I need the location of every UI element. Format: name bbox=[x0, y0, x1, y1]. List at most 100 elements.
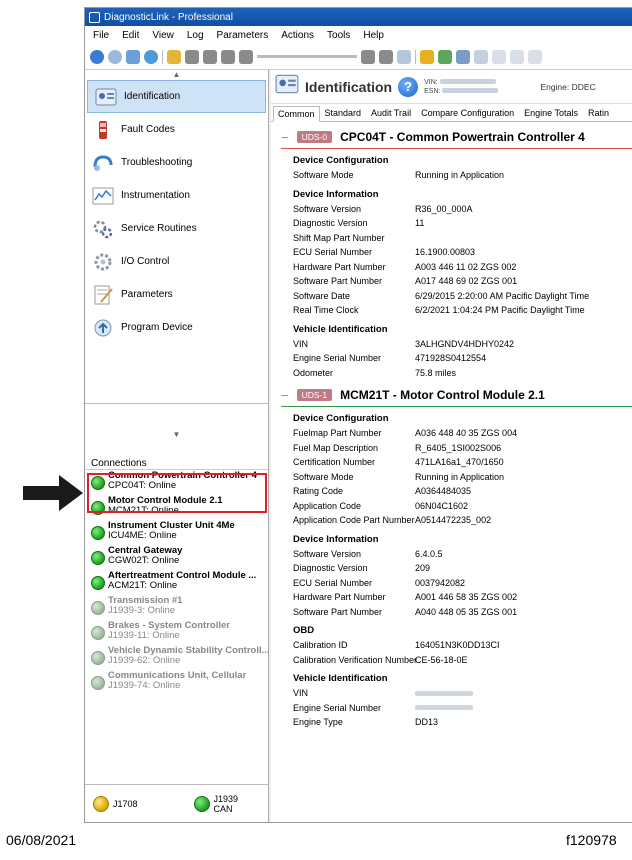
collapse-icon[interactable]: − bbox=[281, 130, 289, 145]
connect-icon[interactable] bbox=[126, 49, 140, 64]
tab-audit-trail[interactable]: Audit Trail bbox=[366, 105, 416, 121]
connection-cgw02t[interactable]: Central Gateway CGW02T: Online bbox=[85, 545, 268, 570]
group-title: Device Configuration bbox=[293, 155, 389, 166]
section-divider bbox=[281, 406, 632, 407]
property-value: A017 448 69 02 ZGS 001 bbox=[415, 276, 518, 287]
tab-standard[interactable]: Standard bbox=[320, 105, 367, 121]
toolbar bbox=[85, 44, 632, 70]
tab-bar: Common Standard Audit Trail Compare Conf… bbox=[271, 104, 632, 122]
nav-item-service-routines[interactable]: Service Routines bbox=[85, 212, 268, 245]
menu-view[interactable]: View bbox=[152, 30, 174, 41]
property-row: Certification Number 471LA16a1_470/1650 bbox=[277, 455, 632, 470]
collapse-icon[interactable]: − bbox=[281, 388, 289, 403]
connection-j1939-62[interactable]: Vehicle Dynamic Stability Controll... J19… bbox=[85, 645, 270, 670]
connection-status: CGW02T: Online bbox=[108, 555, 180, 566]
menu-help[interactable]: Help bbox=[363, 30, 384, 41]
forward-icon[interactable] bbox=[108, 49, 122, 64]
back-icon[interactable] bbox=[90, 49, 104, 64]
tab-rating[interactable]: Ratin bbox=[583, 105, 614, 121]
property-label: ECU Serial Number bbox=[293, 577, 373, 588]
connection-j1939-74[interactable]: Communications Unit, Cellular J1939-74: O… bbox=[85, 670, 268, 695]
nav-panel: ▲ Identification Fault Codes Troubleshoo… bbox=[85, 70, 268, 439]
stop-icon[interactable] bbox=[203, 49, 217, 64]
scroll-down-icon[interactable]: ▼ bbox=[85, 344, 268, 439]
property-row: Hardware Part Number A001 446 58 35 ZGS 0… bbox=[277, 590, 632, 605]
connection-icu4me[interactable]: Instrument Cluster Unit 4Me ICU4ME: Onlin… bbox=[85, 520, 268, 545]
step-back-icon[interactable] bbox=[239, 49, 253, 64]
rewind-icon[interactable] bbox=[221, 49, 235, 64]
nav-item-parameters[interactable]: Parameters bbox=[85, 278, 268, 311]
property-label: Engine Serial Number bbox=[293, 353, 382, 364]
connection-acm21t[interactable]: Aftertreatment Control Module ... ACM21T:… bbox=[85, 570, 268, 595]
property-row: Odometer 75.8 miles bbox=[277, 366, 632, 381]
property-label: Fuelmap Part Number bbox=[293, 428, 382, 439]
redacted-value bbox=[415, 705, 473, 711]
scroll-up-icon[interactable]: ▲ bbox=[85, 70, 268, 80]
record-icon[interactable] bbox=[167, 49, 181, 64]
help-icon[interactable]: ? bbox=[398, 76, 419, 97]
undo-icon[interactable] bbox=[528, 49, 542, 64]
left-panel: ▲ Identification Fault Codes Troubleshoo… bbox=[85, 70, 270, 822]
property-label: Hardware Part Number bbox=[293, 592, 386, 603]
property-row: VIN 3ALHGNDV4HDHY0242 bbox=[277, 337, 632, 352]
connection-j1939-3[interactable]: Transmission #1 J1939-3: Online bbox=[85, 595, 268, 620]
tab-engine-totals[interactable]: Engine Totals bbox=[519, 105, 583, 121]
paste-icon[interactable] bbox=[510, 49, 524, 64]
property-row: Engine Serial Number bbox=[277, 701, 632, 716]
property-row: Software Mode Running in Application bbox=[277, 168, 632, 183]
step-forward-icon[interactable] bbox=[361, 49, 375, 64]
nav-item-io-control[interactable]: I/O Control bbox=[85, 245, 268, 278]
tab-compare-configuration[interactable]: Compare Configuration bbox=[416, 105, 519, 121]
menu-log[interactable]: Log bbox=[187, 30, 204, 41]
menu-file[interactable]: File bbox=[93, 30, 109, 41]
main-panel: Identification ? VIN: ESN: Engine: DDEC … bbox=[271, 70, 632, 822]
nav-item-identification[interactable]: Identification bbox=[87, 80, 266, 113]
fast-forward-icon[interactable] bbox=[379, 49, 393, 64]
uds-badge: UDS-1 bbox=[296, 389, 333, 401]
nav-item-fault-codes[interactable]: Fault Codes bbox=[85, 113, 268, 146]
property-label: Application Code Part Number bbox=[293, 515, 415, 526]
property-label: VIN bbox=[293, 688, 309, 699]
flag-icon[interactable] bbox=[420, 49, 434, 64]
property-label: Hardware Part Number bbox=[293, 261, 386, 272]
refresh-icon[interactable] bbox=[144, 49, 158, 64]
menu-parameters[interactable]: Parameters bbox=[217, 30, 269, 41]
property-row: Engine Serial Number 471928S0412554 bbox=[277, 351, 632, 366]
play-icon[interactable] bbox=[185, 49, 199, 64]
print-icon[interactable] bbox=[456, 49, 470, 64]
property-label: Calibration Verification Number bbox=[293, 654, 418, 665]
toolbar-divider bbox=[162, 49, 163, 64]
tools-icon[interactable] bbox=[474, 49, 488, 64]
property-row: Engine Type DD13 bbox=[277, 715, 632, 730]
section-header[interactable]: − UDS-0 CPC04T - Common Powertrain Control… bbox=[277, 126, 632, 148]
property-label: VIN bbox=[293, 338, 309, 349]
bookmark-icon[interactable] bbox=[397, 49, 411, 64]
io-control-icon bbox=[91, 250, 115, 274]
identification-header: Identification ? VIN: ESN: Engine: DDEC bbox=[271, 70, 632, 104]
property-value: 06N04C1602 bbox=[415, 500, 469, 511]
parameters-icon bbox=[91, 283, 115, 307]
tab-common[interactable]: Common bbox=[273, 106, 320, 122]
group-title: Vehicle Identification bbox=[293, 673, 388, 684]
nav-item-troubleshooting[interactable]: Troubleshooting bbox=[85, 146, 268, 179]
property-value: 6/2/2021 1:04:24 PM Pacific Daylight Tim… bbox=[415, 305, 585, 316]
status-online-icon bbox=[91, 551, 105, 565]
property-value: Running in Application bbox=[415, 170, 505, 181]
nav-item-instrumentation[interactable]: Instrumentation bbox=[85, 179, 268, 212]
property-value: A0514472235_002 bbox=[415, 515, 492, 526]
connection-status: J1939-3: Online bbox=[108, 605, 176, 616]
report-icon[interactable] bbox=[438, 49, 452, 64]
nav-item-program-device[interactable]: Program Device bbox=[85, 311, 268, 344]
property-value: A001 446 58 35 ZGS 002 bbox=[415, 592, 518, 603]
log-slider[interactable] bbox=[257, 55, 357, 58]
section-header[interactable]: − UDS-1 MCM21T - Motor Control Module 2.1 bbox=[277, 384, 632, 406]
property-row: ECU Serial Number 16.1900.00803 bbox=[277, 245, 632, 260]
copy-icon[interactable] bbox=[492, 49, 506, 64]
property-row: Software Date 6/29/2015 2:20:00 AM Pacifi… bbox=[277, 289, 632, 304]
connection-j1939-11[interactable]: Brakes - System Controller J1939-11: Onli… bbox=[85, 620, 268, 645]
menu-actions[interactable]: Actions bbox=[281, 30, 314, 41]
property-row: Calibration Verification Number CE-56-18-… bbox=[277, 653, 632, 668]
menu-tools[interactable]: Tools bbox=[327, 30, 350, 41]
property-value: 6/29/2015 2:20:00 AM Pacific Daylight Ti… bbox=[415, 290, 590, 301]
menu-edit[interactable]: Edit bbox=[122, 30, 139, 41]
